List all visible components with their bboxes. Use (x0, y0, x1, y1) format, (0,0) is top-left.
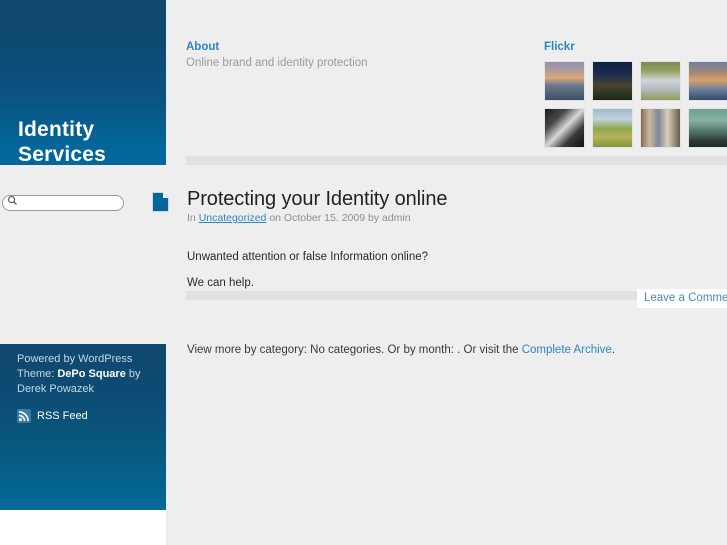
post-title: Protecting your Identity online (187, 188, 448, 210)
theme-prefix: Theme: (17, 368, 58, 380)
site-title-line-1: Identity (18, 118, 95, 142)
rss-feed-link[interactable]: RSS Feed (17, 409, 88, 423)
post-paragraph-2: We can help. (187, 276, 254, 289)
complete-archive-link[interactable]: Complete Archive (522, 344, 612, 356)
archive-prefix: View more by category: No categories. Or… (187, 344, 522, 356)
site-title-line-2: Services (18, 143, 107, 167)
post-meta-prefix: In (187, 212, 199, 224)
site-title: Identity Services (18, 117, 106, 167)
page-header: About Online brand and identity protecti… (166, 0, 727, 155)
search-input[interactable] (2, 194, 124, 211)
about-widget: About Online brand and identity protecti… (186, 41, 516, 69)
flickr-link[interactable]: Flickr (544, 41, 724, 53)
flickr-thumb-2[interactable] (592, 61, 633, 101)
flickr-thumb-4[interactable] (688, 61, 727, 101)
main-content: About Online brand and identity protecti… (152, 0, 727, 545)
rss-icon (17, 409, 31, 423)
flickr-thumb-6[interactable] (592, 108, 633, 148)
search-box[interactable] (2, 192, 124, 211)
post-meta: In Uncategorized on October 15. 2009 by … (187, 212, 411, 224)
sidebar-credits: Powered by WordPress Theme: DePo Square … (17, 352, 152, 397)
sidebar-bottom-spacer (0, 510, 166, 545)
flickr-thumb-7[interactable] (640, 108, 681, 148)
post-category-link[interactable]: Uncategorized (199, 212, 267, 224)
powered-by-text: Powered by WordPress (17, 353, 133, 365)
leave-a-comment-link[interactable]: Leave a Comment (637, 289, 727, 308)
header-separator (186, 156, 727, 165)
flickr-widget: Flickr (544, 41, 727, 148)
archive-navigation: View more by category: No categories. Or… (187, 344, 615, 356)
rss-feed-label: RSS Feed (37, 410, 88, 422)
flickr-thumb-3[interactable] (640, 61, 681, 101)
post-meta-middle: on October 15. 2009 by (266, 212, 382, 224)
theme-link[interactable]: DePo Square (57, 368, 125, 380)
theme-credit: Theme: DePo Square by (17, 367, 152, 382)
archive-suffix: . (611, 344, 616, 356)
post-author: admin (381, 212, 411, 224)
flickr-thumbnail-grid (544, 61, 727, 148)
about-link[interactable]: About (186, 41, 516, 53)
post-paragraph-1: Unwanted attention or false Information … (187, 250, 429, 263)
flickr-thumb-1[interactable] (544, 61, 585, 101)
theme-author-name: Derek Powazek (17, 383, 95, 395)
about-tagline: Online brand and identity protection (186, 57, 368, 69)
flickr-thumb-5[interactable] (544, 108, 585, 148)
theme-by: by (125, 368, 141, 380)
flickr-thumb-8[interactable] (688, 108, 727, 148)
sidebar: Identity Services Powered by WordPress T… (0, 0, 166, 545)
post-page-icon (152, 192, 169, 212)
